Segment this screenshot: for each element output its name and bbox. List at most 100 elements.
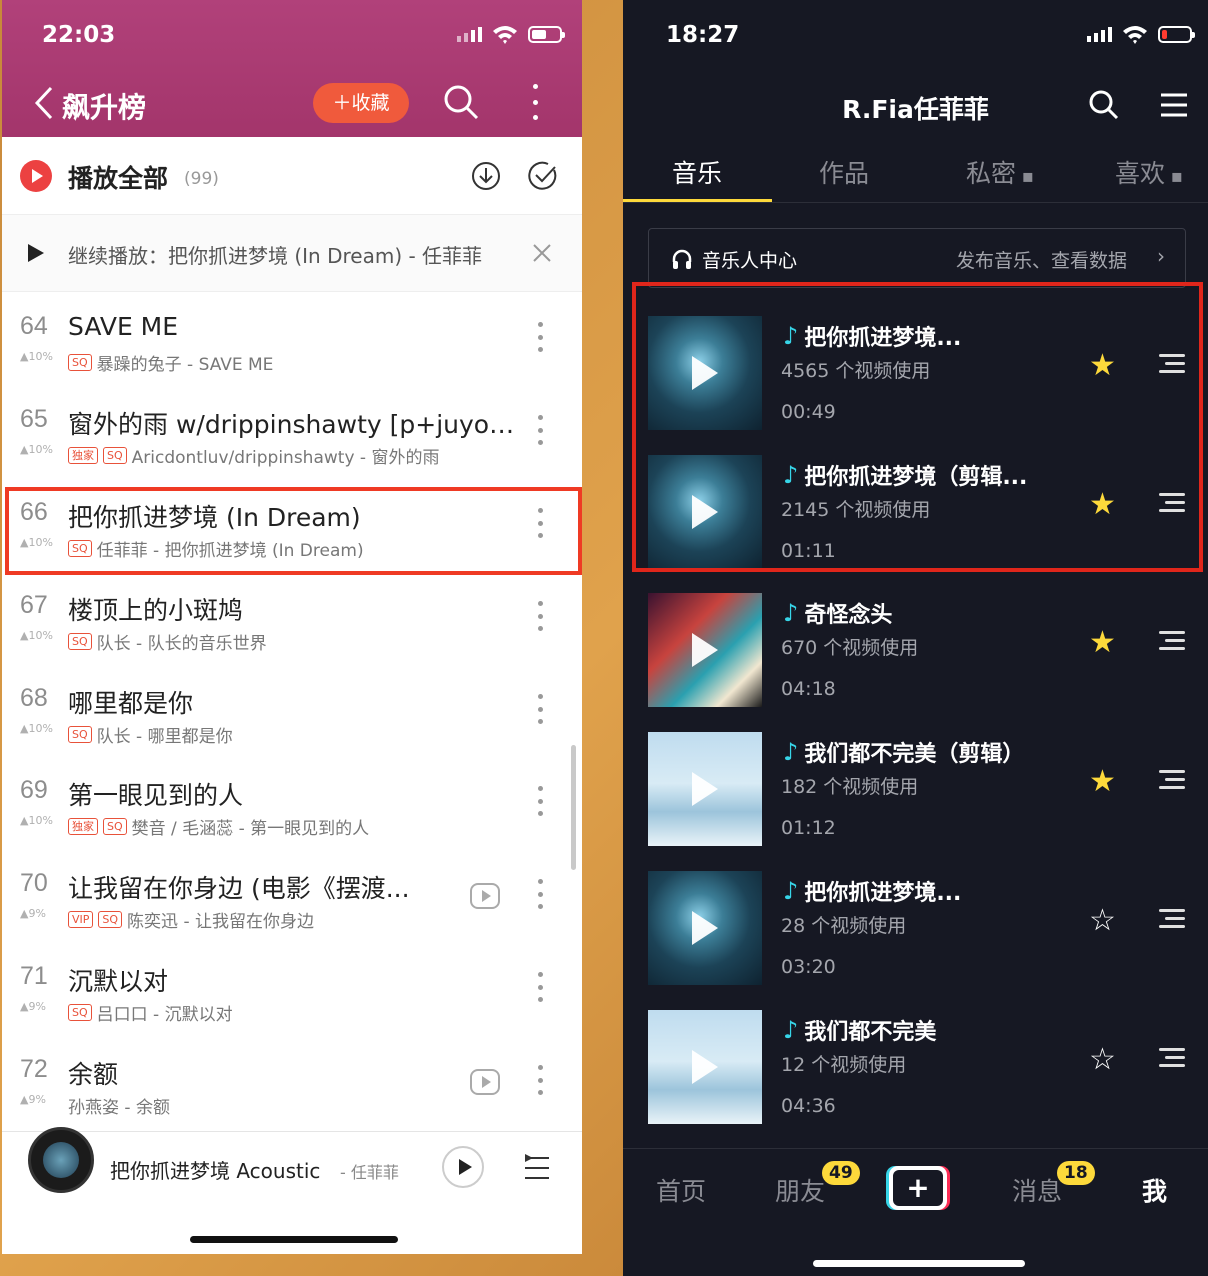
list-item[interactable]: 68 ▲10% 哪里都是你 SQ 队长 - 哪里都是你 [2,664,582,757]
home-indicator[interactable] [190,1236,398,1243]
play-all-count: (99) [184,169,219,189]
more-icon[interactable] [531,84,539,120]
song-item[interactable]: ♪ 奇怪念头 670 个视频使用 04:18 ★ [623,587,1208,717]
collect-button[interactable]: ＋收藏 [313,83,409,123]
song-cover[interactable] [648,1010,762,1124]
more-icon[interactable] [536,322,544,352]
list-menu-icon[interactable] [1157,909,1185,929]
song-item[interactable]: ♪ 把你抓进梦境... 28 个视频使用 03:20 ☆ [623,865,1208,995]
song-title-row: ♪ 我们都不完美 [783,1014,936,1046]
mv-icon[interactable] [470,883,500,909]
close-icon[interactable] [532,243,552,263]
play-all-bar[interactable]: 播放全部 (99) [2,137,582,215]
star-outline-icon[interactable]: ☆ [1089,903,1116,938]
song-duration: 01:12 [781,817,836,839]
home-indicator[interactable] [813,1260,1025,1267]
play-icon[interactable] [692,772,718,806]
now-playing-cover[interactable] [28,1127,94,1193]
tab-music[interactable]: 音乐 [672,154,722,190]
status-icons [1087,24,1195,44]
more-icon[interactable] [536,786,544,816]
song-item[interactable]: ♪ 我们都不完美 12 个视频使用 04:36 ☆ [623,1004,1208,1134]
nav-home[interactable]: 首页 [656,1172,706,1208]
more-icon[interactable] [536,972,544,1002]
status-time: 18:27 [666,22,740,48]
play-button[interactable] [442,1146,484,1188]
play-icon[interactable] [692,911,718,945]
play-all-icon[interactable] [20,160,52,192]
mv-icon[interactable] [470,1069,500,1095]
rank-change: ▲9% [20,907,46,920]
song-cover[interactable] [648,732,762,846]
page-title: 飙升榜 [62,91,147,124]
star-filled-icon[interactable]: ★ [1089,625,1116,660]
playlist-icon[interactable] [521,1152,553,1184]
highlight-box [632,282,1203,572]
music-center-link[interactable]: 发布音乐、查看数据 [956,246,1127,273]
tab-likes[interactable]: 喜欢 ▪ [1115,154,1183,190]
more-icon[interactable] [536,415,544,445]
now-playing-artist: - 任菲菲 [340,1163,399,1182]
more-icon[interactable] [536,1065,544,1095]
song-title: 让我留在你身边 (电影《摆渡... [68,874,410,903]
menu-icon[interactable] [1160,93,1188,117]
list-item[interactable]: 67 ▲10% 楼顶上的小斑鸠 SQ 队长 - 队长的音乐世界 [2,571,582,664]
song-title-row: ♪ 把你抓进梦境... [783,875,961,907]
more-icon[interactable] [536,601,544,631]
continue-play-icon[interactable] [28,244,44,262]
continue-play-bar[interactable]: 继续播放：把你抓进梦境 (In Dream) - 任菲菲 [2,215,582,292]
song-duration: 04:18 [781,678,836,700]
list-item[interactable]: 70 ▲9% 让我留在你身边 (电影《摆渡... VIP SQ 陈奕迅 - 让我留在… [2,849,582,942]
tab-works[interactable]: 作品 [819,154,869,190]
rank-change: ▲10% [20,722,53,735]
list-item[interactable]: 64 ▲10% SAVE ME SQ 暴躁的兔子 - SAVE ME [2,292,582,385]
back-icon[interactable] [34,86,54,120]
song-title-row: ♪ 奇怪念头 [783,597,892,629]
rank-change: ▲10% [20,629,53,642]
play-icon[interactable] [692,1050,718,1084]
sq-badge: SQ [103,447,127,464]
list-item[interactable]: 72 ▲9% 余额 孙燕姿 - 余额 [2,1035,582,1128]
rank-number: 67 [20,591,48,619]
multi-select-icon[interactable] [527,161,557,191]
wifi-icon [493,26,517,44]
song-title: 我们都不完美 [804,1020,937,1045]
song-cover[interactable] [648,593,762,707]
song-cover[interactable] [648,871,762,985]
nav-me[interactable]: 我 [1142,1172,1167,1208]
song-subtitle: SQ 队长 - 哪里都是你 [68,722,233,747]
list-item[interactable]: 65 ▲10% 窗外的雨 w/drippinshawty [p+juyout..… [2,385,582,478]
tab-private-label: 私密 [966,159,1017,188]
star-outline-icon[interactable]: ☆ [1089,1042,1116,1077]
friends-badge: 49 [822,1161,860,1185]
nav-friends[interactable]: 朋友 [775,1172,825,1208]
tab-private[interactable]: 私密 ▪ [966,154,1034,190]
play-icon[interactable] [692,633,718,667]
tab-divider [623,202,1208,203]
scrollbar[interactable] [571,745,576,870]
now-playing-title: 把你抓进梦境 Acoustic [110,1159,321,1183]
list-menu-icon[interactable] [1157,1048,1185,1068]
search-icon[interactable] [443,84,479,120]
list-menu-icon[interactable] [1157,770,1185,790]
signal-icon [457,26,482,42]
song-title: 余额 [68,1060,119,1089]
more-icon[interactable] [536,694,544,724]
now-playing-bar[interactable]: 把你抓进梦境 Acoustic - 任菲菲 [2,1127,582,1254]
right-phone-screen: 18:27 R.Fia任菲菲 音乐 作品 私密 ▪ 喜欢 ▪ 音乐人中心 发布音… [623,0,1208,1276]
download-icon[interactable] [471,161,501,191]
more-icon[interactable] [536,879,544,909]
music-center-card[interactable]: 音乐人中心 发布音乐、查看数据 › [648,228,1186,288]
tab-likes-label: 喜欢 [1115,159,1166,188]
song-subtitle: VIP SQ 陈奕迅 - 让我留在你身边 [68,907,314,932]
star-filled-icon[interactable]: ★ [1089,764,1116,799]
song-item[interactable]: ♪ 我们都不完美（剪辑） 182 个视频使用 01:12 ★ [623,726,1208,856]
list-menu-icon[interactable] [1157,631,1185,651]
rank-number: 71 [20,962,48,990]
list-item[interactable]: 69 ▲10% 第一眼见到的人 独家 SQ 樊音 / 毛涵蕊 - 第一眼见到的人 [2,756,582,849]
create-button[interactable]: + [886,1166,950,1210]
rank-number: 72 [20,1055,48,1083]
search-icon[interactable] [1089,90,1119,120]
list-item[interactable]: 71 ▲9% 沉默以对 SQ 吕口口 - 沉默以对 [2,942,582,1035]
nav-messages[interactable]: 消息 [1012,1172,1062,1208]
